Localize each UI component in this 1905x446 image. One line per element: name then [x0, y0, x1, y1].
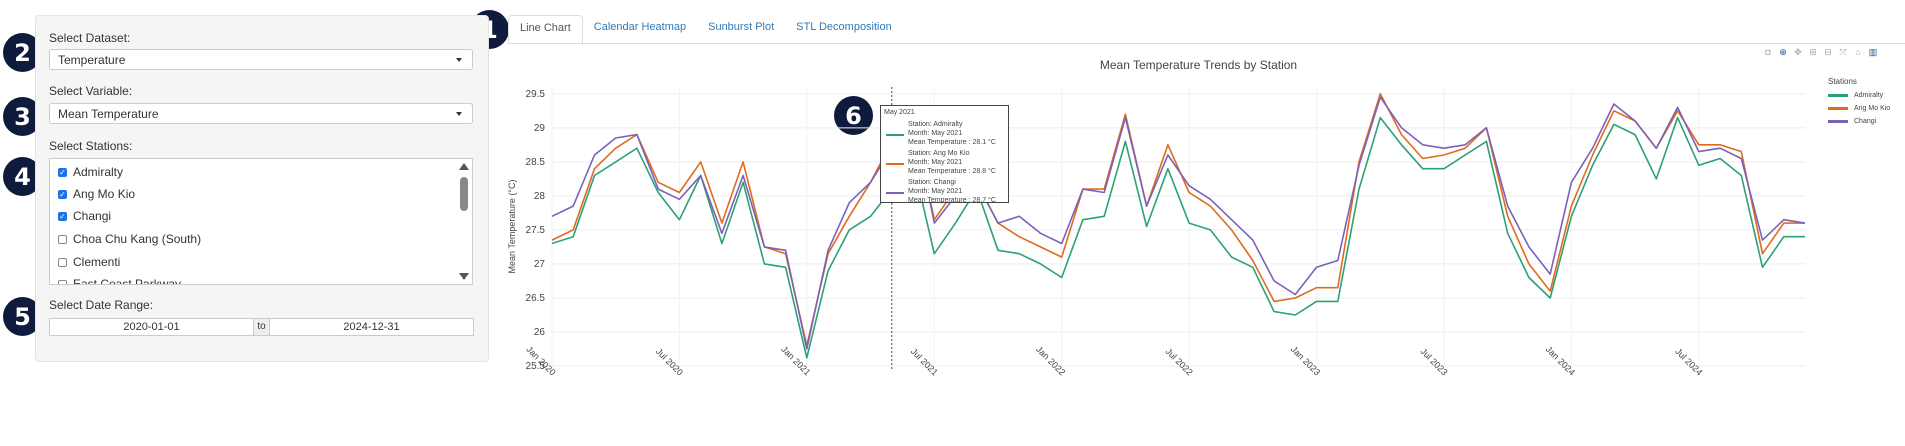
station-label: Ang Mo Kio [73, 187, 136, 201]
legend-label: Changi [1854, 118, 1877, 125]
tab-line-chart[interactable]: Line Chart [508, 15, 583, 45]
legend-item[interactable]: Admiralty [1828, 89, 1890, 102]
chevron-down-icon [456, 112, 462, 116]
scroll-down-icon[interactable] [459, 273, 469, 280]
tooltip-station: Station: Changi [908, 179, 956, 186]
tooltip-swatch [886, 163, 904, 165]
tooltip-value: Mean Temperature : 28.8 °C [908, 168, 996, 175]
variable-value: Mean Temperature [58, 107, 159, 121]
tab-stl-decomposition[interactable]: STL Decomposition [785, 15, 903, 43]
x-tick-label: Jul 2023 [1418, 346, 1449, 377]
date-end-input[interactable]: 2024-12-31 [269, 318, 474, 336]
y-tick-label: 29 [534, 123, 546, 134]
stations-label: Select Stations: [49, 139, 133, 153]
y-axis-label: Mean Temperature (°C) [507, 180, 517, 274]
tooltip-month: Month: May 2021 [908, 159, 963, 166]
station-label: Admiralty [73, 165, 124, 179]
legend-label: Admiralty [1854, 92, 1884, 99]
checkbox[interactable] [58, 257, 67, 267]
tab-calendar-heatmap[interactable]: Calendar Heatmap [583, 15, 697, 43]
x-tick-label: Jul 2020 [654, 346, 685, 377]
tooltip-swatch [886, 192, 904, 194]
x-tick-label: Jul 2024 [1673, 346, 1704, 377]
x-tick-label: Jul 2021 [909, 346, 940, 377]
legend-item[interactable]: Ang Mo Kio [1828, 102, 1890, 115]
dataset-label: Select Dataset: [49, 31, 131, 45]
station-option[interactable]: ✓ Changi [58, 207, 111, 225]
x-tick-label: Jan 2023 [1289, 344, 1322, 377]
tooltip-month: Month: May 2021 [908, 130, 963, 137]
legend-swatch [1828, 94, 1848, 97]
legend-swatch [1828, 107, 1848, 110]
tab-sunburst-plot[interactable]: Sunburst Plot [697, 15, 785, 43]
series-line-changi[interactable] [551, 96, 1806, 350]
dataset-select[interactable]: Temperature [49, 49, 473, 70]
legend-title: Stations [1828, 77, 1857, 86]
y-tick-label: 26.5 [526, 293, 546, 304]
station-option[interactable]: Clementi [58, 253, 120, 271]
scroll-thumb[interactable] [460, 177, 468, 211]
legend-label: Ang Mo Kio [1854, 105, 1891, 112]
tab-divider [508, 43, 1905, 44]
date-range-label: Select Date Range: [49, 298, 154, 312]
tooltip-value: Mean Temperature : 28.7 °C [908, 197, 996, 204]
x-tick-label: Jan 2024 [1544, 344, 1577, 377]
scrollbar[interactable] [459, 161, 469, 282]
date-start-input[interactable]: 2020-01-01 [49, 318, 254, 336]
series-line-ang-mo-kio[interactable] [551, 92, 1805, 347]
hover-tooltip: May 2021 Station: Admiralty Month: May 2… [880, 105, 1009, 204]
checkbox[interactable] [58, 279, 67, 284]
checkbox[interactable]: ✓ [58, 211, 67, 221]
station-label: Choa Chu Kang (South) [73, 232, 202, 246]
legend-item[interactable]: Changi [1828, 115, 1890, 128]
tooltip-station: Station: Ang Mo Kio [908, 150, 970, 157]
checkbox[interactable]: ✓ [58, 167, 67, 177]
scroll-up-icon[interactable] [459, 163, 469, 170]
y-tick-label: 27.5 [526, 225, 546, 236]
tooltip-value: Mean Temperature : 28.1 °C [908, 139, 996, 146]
y-tick-label: 28.5 [526, 157, 546, 168]
y-tick-label: 28 [534, 191, 546, 202]
chevron-down-icon [456, 58, 462, 62]
chart-legend: Stations Admiralty Ang Mo Kio Changi [1828, 77, 1890, 128]
y-tick-label: 26 [534, 327, 546, 338]
tooltip-header: May 2021 [884, 109, 915, 116]
checkbox[interactable] [58, 234, 67, 244]
station-option[interactable]: ✓ Admiralty [58, 163, 123, 181]
variable-select[interactable]: Mean Temperature [49, 103, 473, 124]
tooltip-swatch [886, 134, 904, 136]
dataset-value: Temperature [58, 53, 126, 67]
checkbox[interactable]: ✓ [58, 189, 67, 199]
line-chart[interactable]: Mean Temperature Trends by Station25.526… [505, 50, 1825, 410]
plotly-logo-icon[interactable]: ▥ [1868, 48, 1878, 57]
date-separator: to [253, 318, 270, 336]
tooltip-station: Station: Admiralty [908, 121, 963, 128]
y-tick-label: 27 [534, 259, 546, 270]
variable-label: Select Variable: [49, 84, 133, 98]
x-tick-label: Jan 2022 [1034, 344, 1067, 377]
y-tick-label: 29.5 [526, 89, 546, 100]
station-option[interactable]: Choa Chu Kang (South) [58, 230, 201, 248]
x-tick-label: Jul 2022 [1164, 346, 1195, 377]
station-label: Changi [73, 209, 112, 223]
station-label: Clementi [73, 255, 121, 269]
chart-title: Mean Temperature Trends by Station [1100, 58, 1297, 72]
station-option[interactable]: East Coast Parkway [58, 275, 182, 285]
home-icon[interactable]: ⌂ [1853, 48, 1863, 57]
station-label: East Coast Parkway [73, 277, 182, 285]
autoscale-icon[interactable]: ⤧ [1838, 48, 1848, 57]
station-option[interactable]: ✓ Ang Mo Kio [58, 185, 135, 203]
legend-swatch [1828, 120, 1848, 123]
tooltip-month: Month: May 2021 [908, 188, 963, 195]
stations-listbox[interactable]: ✓ Admiralty ✓ Ang Mo Kio ✓ Changi Choa C… [49, 158, 473, 285]
series-line-admiralty[interactable] [551, 116, 1805, 359]
tab-bar: Line Chart Calendar Heatmap Sunburst Plo… [508, 15, 903, 45]
